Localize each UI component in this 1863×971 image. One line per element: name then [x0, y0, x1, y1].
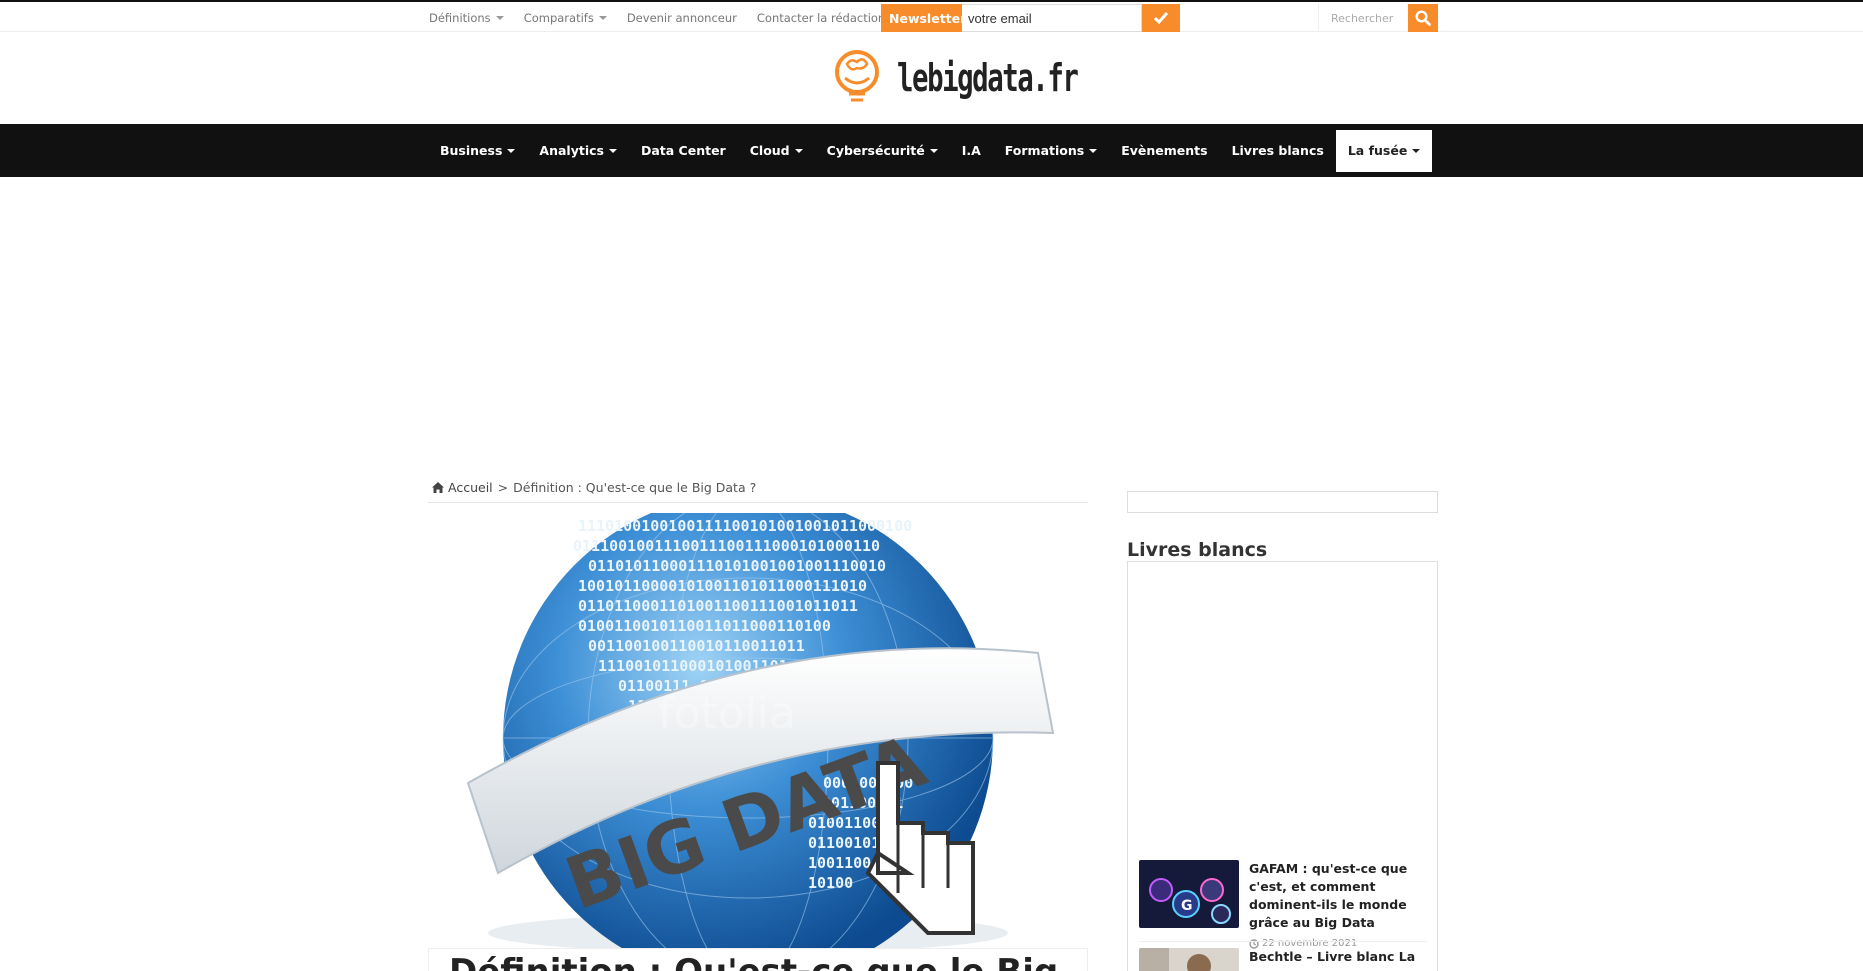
chevron-down-icon [929, 148, 938, 153]
svg-text:0100110010110011011000110100: 0100110010110011011000110100 [578, 617, 831, 635]
nav-item-data-center[interactable]: Data Center [629, 130, 738, 172]
svg-text:001100100110010110011011: 001100100110010110011011 [588, 637, 805, 655]
top-nav-devenir-annonceur[interactable]: Devenir annonceur [627, 11, 737, 25]
chevron-down-icon [598, 16, 607, 20]
divider [428, 502, 1088, 503]
post-body: GAFAM : qu'est-ce que c'est, et comment … [1249, 860, 1429, 949]
newsletter-form: Newsletter votre email [881, 4, 1180, 32]
nav-item-label: Livres blancs [1231, 143, 1324, 158]
page: Définitions Comparatifs Devenir annonceu… [0, 0, 1863, 971]
nav-item-label: La fusée [1347, 143, 1408, 158]
main-nav-items: Business Analytics Data Center Cloud Cyb… [428, 124, 1433, 177]
nav-item-label: Formations [1004, 143, 1085, 158]
nav-item-cybersecurite[interactable]: Cybersécurité [815, 130, 950, 172]
chevron-down-icon [495, 16, 504, 20]
nav-item-label: Analytics [539, 143, 604, 158]
article-title-box: Définition : Qu'est-ce que le Big [428, 948, 1088, 971]
nav-item-formations[interactable]: Formations [993, 130, 1109, 172]
search-form: Rechercher [1318, 4, 1438, 32]
chevron-down-icon [1412, 148, 1421, 153]
search-icon [1415, 10, 1431, 26]
top-nav-label: Contacter la rédaction [756, 11, 886, 25]
svg-text:G: G [1181, 898, 1193, 914]
nav-item-livres-blancs[interactable]: Livres blancs [1220, 130, 1336, 172]
image-watermark: fotolia [658, 688, 796, 739]
breadcrumb: Accueil > Définition : Qu'est-ce que le … [432, 480, 756, 495]
featured-image: 1110100100100111100101001001011000100 01… [428, 513, 1088, 948]
svg-text:10100: 10100 [808, 874, 853, 892]
clock-icon [1249, 938, 1259, 949]
nav-item-label: Cloud [749, 143, 790, 158]
post-body: Bechtle – Livre blanc La [1249, 948, 1429, 971]
nav-item-analytics[interactable]: Analytics [527, 130, 629, 172]
search-button[interactable] [1408, 4, 1438, 32]
sidebar-post[interactable]: G GAFAM : qu'est-ce que c'est, et commen… [1139, 860, 1429, 949]
nav-item-label: Business [440, 143, 503, 158]
nav-item-label: I.A [961, 143, 981, 158]
nav-item-label: Data Center [640, 143, 726, 158]
svg-text:011010110001110101001001001110: 011010110001110101001001001110010 [588, 557, 886, 575]
nav-item-label: Cybersécurité [826, 143, 925, 158]
divider [1139, 941, 1427, 942]
site-logo[interactable]: lebigdata.fr [833, 50, 1148, 106]
post-title-link[interactable]: GAFAM : qu'est-ce que c'est, et comment … [1249, 860, 1429, 932]
nav-item-label: Evènements [1121, 143, 1208, 158]
post-title-link[interactable]: Bechtle – Livre blanc La [1249, 948, 1429, 966]
top-nav-label: Comparatifs [523, 11, 594, 25]
top-nav-comparatifs[interactable]: Comparatifs [524, 11, 607, 25]
nav-item-business[interactable]: Business [428, 130, 527, 172]
top-nav-contact[interactable]: Contacter la rédaction [757, 11, 885, 25]
top-nav-label: Devenir annonceur [626, 11, 737, 25]
nav-item-ia[interactable]: I.A [950, 130, 993, 172]
top-nav: Définitions Comparatifs Devenir annonceu… [429, 4, 905, 32]
svg-text:111010010010011110010100100101: 1110100100100111100101001001011000100 [578, 517, 912, 535]
svg-text:100101100001010011010110001110: 10010110000101001101011000111010 [578, 577, 867, 595]
svg-text:011100100111001110011100010100: 0111001001110011100111000101000110 [573, 537, 880, 555]
nav-item-cloud[interactable]: Cloud [738, 130, 815, 172]
newsletter-email-input[interactable]: votre email [962, 4, 1142, 32]
chevron-down-icon [507, 148, 516, 153]
nav-item-la-fusee[interactable]: La fusée [1335, 129, 1433, 172]
logo-icon [835, 50, 879, 102]
top-nav-definitions[interactable]: Définitions [429, 11, 504, 25]
sidebar-widget-title: Livres blancs [1127, 539, 1268, 561]
logo-text: lebigdata.fr [897, 56, 1079, 100]
breadcrumb-home-link[interactable]: Accueil [448, 480, 493, 495]
post-thumbnail[interactable] [1139, 948, 1239, 971]
chevron-down-icon [1089, 148, 1098, 153]
chevron-down-icon [794, 148, 803, 153]
svg-text:011011000110100110011100101101: 0110110001101001100111001011011 [578, 597, 858, 615]
home-icon [432, 482, 444, 493]
top-bar: Définitions Comparatifs Devenir annonceu… [0, 0, 1863, 32]
post-thumbnail[interactable]: G [1139, 860, 1239, 928]
nav-item-evenements[interactable]: Evènements [1109, 130, 1219, 172]
breadcrumb-separator: > [497, 480, 509, 495]
svg-text:1001100: 1001100 [808, 854, 871, 872]
top-nav-label: Définitions [429, 11, 491, 25]
big-data-globe-illustration: 1110100100100111100101001001011000100 01… [428, 513, 1088, 948]
newsletter-submit-button[interactable] [1142, 4, 1180, 32]
bechtle-thumbnail-image [1139, 948, 1239, 971]
sidebar-empty-box [1127, 491, 1438, 513]
newsletter-label: Newsletter [881, 4, 966, 32]
sidebar-post[interactable]: Bechtle – Livre blanc La [1139, 948, 1429, 971]
chevron-down-icon [608, 148, 617, 153]
search-input[interactable]: Rechercher [1318, 4, 1408, 32]
gafam-thumbnail-image: G [1139, 860, 1239, 928]
main-nav: Business Analytics Data Center Cloud Cyb… [0, 124, 1863, 177]
article-title: Définition : Qu'est-ce que le Big [429, 949, 1087, 971]
breadcrumb-current: Définition : Qu'est-ce que le Big Data ? [513, 480, 757, 495]
check-icon [1154, 12, 1168, 24]
